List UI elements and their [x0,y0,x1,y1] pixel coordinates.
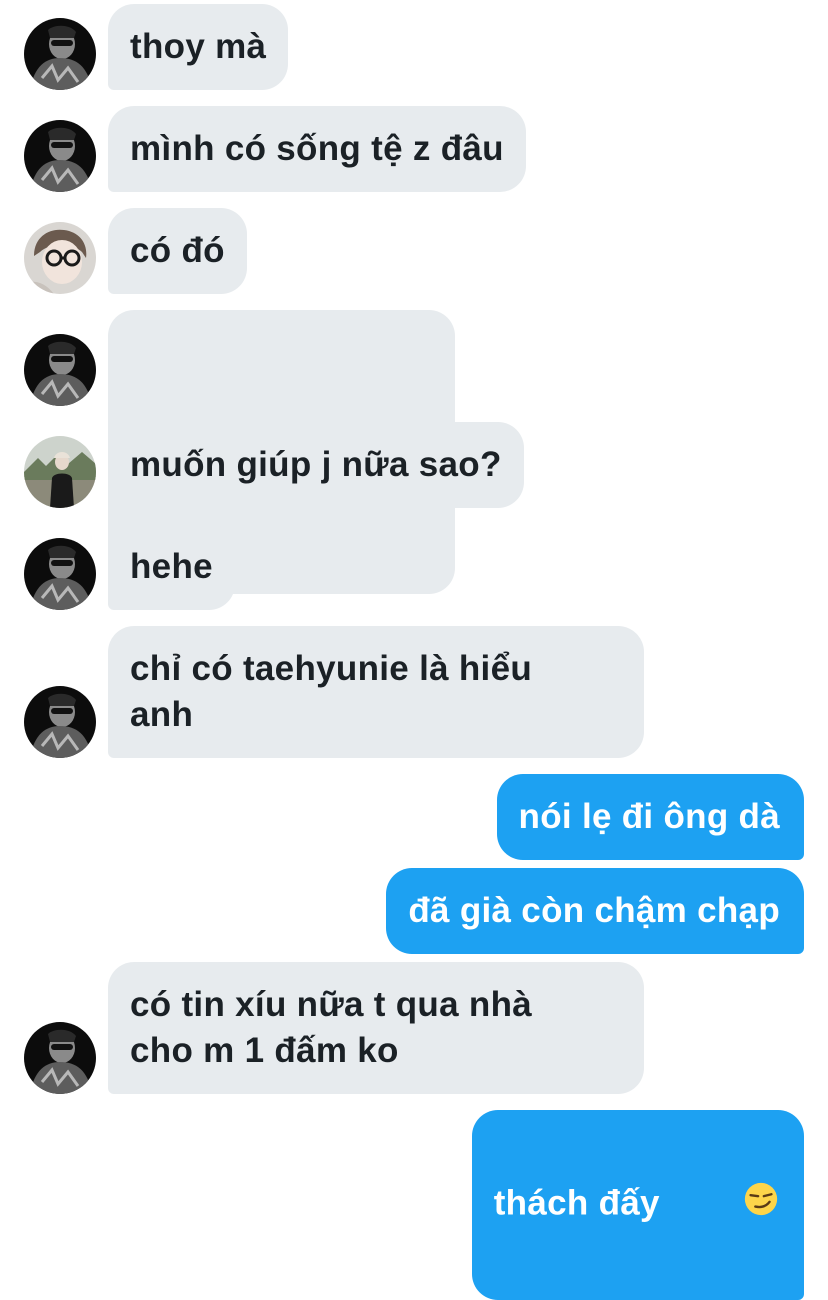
message-row: chỉ có taehyunie là hiểu anh [0,626,828,758]
smirking-face-emoji [662,1134,780,1276]
avatar-glasses-boy[interactable] [24,222,96,294]
message-row: đã già còn chậm chạp [0,868,828,954]
message-text: có tin xíu nữa t qua nhà cho m 1 đấm ko [130,985,533,1070]
message-row: thoy mà [0,4,828,90]
incoming-message-bubble[interactable]: chỉ có taehyunie là hiểu anh [108,626,644,758]
avatar-dark-man[interactable] [24,686,96,758]
message-row: mình có sống tệ z đâu [0,106,828,192]
message-text: mình có sống tệ z đâu [130,129,504,168]
message-text: muốn giúp j nữa sao? [130,445,502,484]
message-row: muốn giúp j nữa sao? [0,422,828,508]
message-row [0,310,828,594]
message-text: thoy mà [130,27,267,66]
avatar-dark-man[interactable] [24,120,96,192]
message-text: thách đấy [493,1183,660,1223]
message-row: thách đấy [0,1110,828,1300]
avatar-dark-man[interactable] [24,538,96,610]
incoming-message-bubble[interactable]: thoy mà [108,4,289,90]
message-text: chỉ có taehyunie là hiểu anh [130,649,533,734]
avatar-outdoor-photo[interactable] [24,436,96,508]
message-text: hehe [130,547,213,586]
avatar-dark-man[interactable] [24,334,96,406]
message-text: đã già còn chậm chạp [408,891,780,930]
incoming-message-bubble[interactable]: có đó [108,208,247,294]
incoming-message-bubble[interactable]: mình có sống tệ z đâu [108,106,526,192]
message-row: có đó [0,208,828,294]
incoming-message-bubble[interactable]: muốn giúp j nữa sao? [108,422,524,508]
message-text: có đó [130,231,225,270]
outgoing-message-bubble[interactable]: nói lẹ đi ông dà [496,774,804,860]
message-thread: thoy mà mình có sống tệ z đâu có đó muốn… [0,0,828,1300]
message-row: hehe [0,524,828,610]
incoming-message-bubble[interactable]: hehe [108,524,235,610]
message-text: nói lẹ đi ông dà [518,797,780,836]
message-row: nói lẹ đi ông dà [0,774,828,860]
message-row: có tin xíu nữa t qua nhà cho m 1 đấm ko [0,962,828,1094]
incoming-message-bubble[interactable]: có tin xíu nữa t qua nhà cho m 1 đấm ko [108,962,644,1094]
outgoing-message-bubble[interactable]: đã già còn chậm chạp [386,868,804,954]
avatar-dark-man[interactable] [24,1022,96,1094]
avatar-dark-man[interactable] [24,18,96,90]
outgoing-message-bubble[interactable]: thách đấy [471,1110,804,1300]
